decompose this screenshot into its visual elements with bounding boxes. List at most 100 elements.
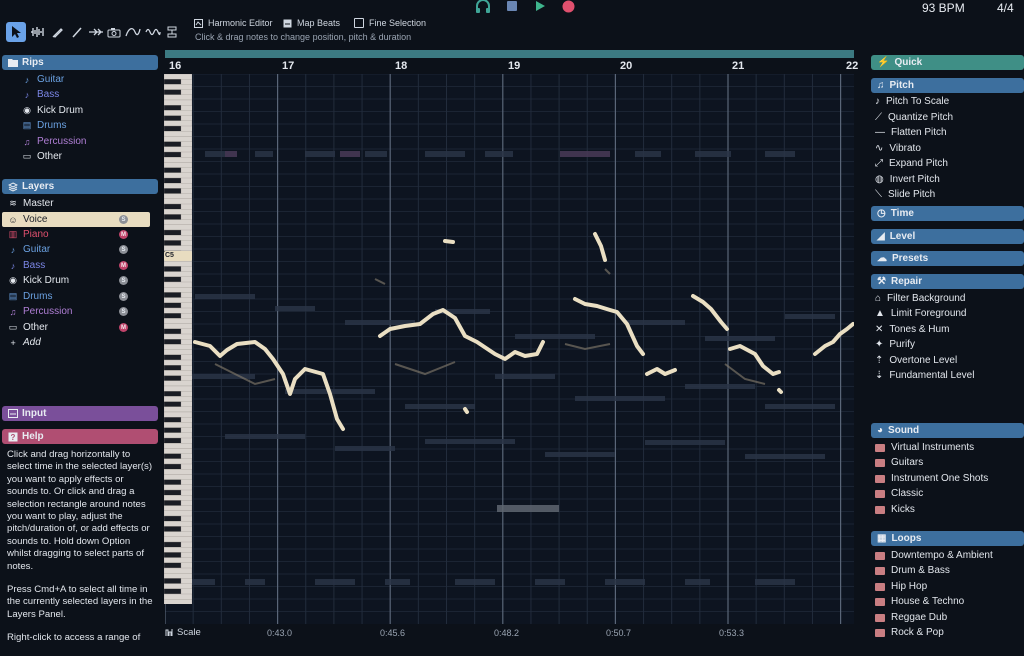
headphones-icon[interactable] [476, 0, 490, 13]
layer-percussion[interactable]: ♫ Percussion S [8, 304, 148, 319]
expand-pitch-item[interactable]: ⤢ Expand Pitch [875, 156, 948, 171]
black-key[interactable] [163, 214, 182, 220]
limit-foreground-item[interactable]: ▲ Limit Foreground [875, 306, 967, 321]
black-key[interactable] [163, 526, 182, 532]
filter-background-item[interactable]: ⌂ Filter Background [875, 291, 965, 306]
black-key[interactable] [163, 141, 182, 147]
rock-pop-item[interactable]: Rock & Pop [875, 625, 944, 640]
black-key[interactable] [163, 188, 182, 194]
stamp-tool-icon[interactable] [162, 22, 182, 42]
rip-item-other[interactable]: ▭ Other [22, 149, 62, 164]
white-key[interactable] [163, 209, 193, 215]
white-key[interactable] [163, 349, 193, 355]
black-key[interactable] [163, 588, 182, 595]
reggae-dub-item[interactable]: Reggae Dub [875, 610, 947, 625]
white-key[interactable] [163, 406, 193, 413]
overtone-level-item[interactable]: ⇡ Overtone Level [875, 353, 957, 368]
layer-other[interactable]: ▭ Other M [8, 320, 148, 335]
layers-header[interactable]: Layers [2, 179, 158, 194]
black-key[interactable] [163, 240, 182, 246]
scale-button[interactable]: Scale [165, 627, 201, 638]
white-key[interactable] [163, 131, 193, 137]
layer-drums[interactable]: ▤ Drums S [8, 289, 148, 304]
black-key[interactable] [163, 500, 182, 506]
black-key[interactable] [163, 515, 182, 522]
white-key[interactable] [163, 333, 193, 340]
presets-header[interactable]: ☁ Presets [871, 251, 1024, 266]
classic-item[interactable]: Classic [875, 486, 923, 501]
mute-badge[interactable]: M [119, 323, 128, 332]
layer-bass[interactable]: ♪ Bass M [8, 258, 148, 273]
black-key[interactable] [163, 167, 182, 173]
black-key[interactable] [163, 266, 182, 272]
white-key[interactable] [163, 84, 193, 90]
solo-badge[interactable]: S [119, 276, 128, 285]
white-key[interactable] [163, 146, 193, 153]
black-key[interactable] [163, 489, 182, 496]
black-key[interactable] [163, 463, 182, 470]
harmonic-editor-toggle[interactable]: Harmonic Editor [194, 18, 273, 28]
fine-selection-toggle[interactable]: Fine Selection [354, 18, 426, 28]
drum-bass-item[interactable]: Drum & Bass [875, 563, 950, 578]
select-tool-icon[interactable] [6, 22, 26, 42]
rip-item-bass[interactable]: ♪ Bass [22, 87, 59, 102]
white-key[interactable] [163, 458, 193, 465]
white-key[interactable] [163, 235, 193, 241]
instrument-one-shots-item[interactable]: Instrument One Shots [875, 471, 988, 486]
quick-header[interactable]: ⚡ Quick [871, 55, 1024, 70]
flatten-pitch-item[interactable]: — Flatten Pitch [875, 125, 947, 140]
pencil-tool-icon[interactable] [48, 22, 68, 42]
black-key[interactable] [163, 328, 182, 335]
camera-tool-icon[interactable] [104, 22, 124, 42]
voice-pitch-curve[interactable] [193, 232, 854, 431]
play-icon[interactable] [534, 0, 546, 12]
black-key[interactable] [163, 79, 182, 85]
white-key[interactable] [163, 297, 193, 303]
level-header[interactable]: ◢ Level [871, 229, 1024, 244]
white-key[interactable] [163, 99, 193, 106]
black-key[interactable] [163, 105, 182, 111]
mute-badge[interactable]: M [119, 230, 128, 239]
white-key[interactable] [163, 583, 193, 589]
sound-header[interactable]: ◕ Sound [871, 423, 1024, 438]
map-beats-toggle[interactable]: Map Beats [283, 18, 340, 28]
white-key[interactable] [163, 469, 193, 475]
downtempo-ambient-item[interactable]: Downtempo & Ambient [875, 548, 993, 563]
solo-badge[interactable]: S [119, 307, 128, 316]
layer-voice[interactable]: ☺ Voice S [8, 212, 148, 227]
rip-item-drums[interactable]: ▤ Drums [22, 118, 67, 133]
white-key[interactable] [163, 599, 193, 605]
black-key[interactable] [163, 562, 182, 569]
white-key[interactable] [163, 94, 193, 101]
piano-keys[interactable] [163, 73, 193, 605]
curve-tool-icon[interactable] [123, 22, 143, 42]
white-key[interactable] [163, 380, 193, 387]
hip-hop-item[interactable]: Hip Hop [875, 579, 927, 594]
rip-item-percussion[interactable]: ♫ Percussion [22, 134, 87, 149]
slice-tool-icon[interactable] [86, 22, 106, 42]
invert-pitch-item[interactable]: ◍ Invert Pitch [875, 172, 940, 187]
black-key[interactable] [163, 427, 182, 433]
white-key[interactable] [163, 396, 193, 402]
white-key[interactable] [163, 287, 193, 293]
layer-guitar[interactable]: ♪ Guitar S [8, 242, 148, 257]
white-key[interactable] [163, 432, 193, 439]
tones-hum-item[interactable]: ✕ Tones & Hum [875, 322, 949, 337]
white-key[interactable] [163, 219, 193, 225]
white-key[interactable] [163, 307, 193, 314]
piano-keyboard[interactable] [163, 73, 193, 605]
white-key[interactable] [163, 271, 193, 277]
black-key[interactable] [163, 479, 182, 485]
white-key[interactable] [163, 474, 193, 480]
pitch-to-scale-item[interactable]: ♪ Pitch To Scale [875, 94, 949, 109]
white-key[interactable] [163, 183, 193, 189]
black-key[interactable] [163, 89, 182, 95]
black-key[interactable] [163, 203, 182, 210]
white-key[interactable] [163, 510, 193, 517]
white-key[interactable] [163, 531, 193, 537]
white-key[interactable] [163, 521, 193, 527]
white-key[interactable] [163, 505, 193, 511]
mute-badge[interactable]: M [119, 261, 128, 270]
white-key[interactable] [163, 162, 193, 168]
purify-item[interactable]: ✦ Purify [875, 337, 915, 352]
